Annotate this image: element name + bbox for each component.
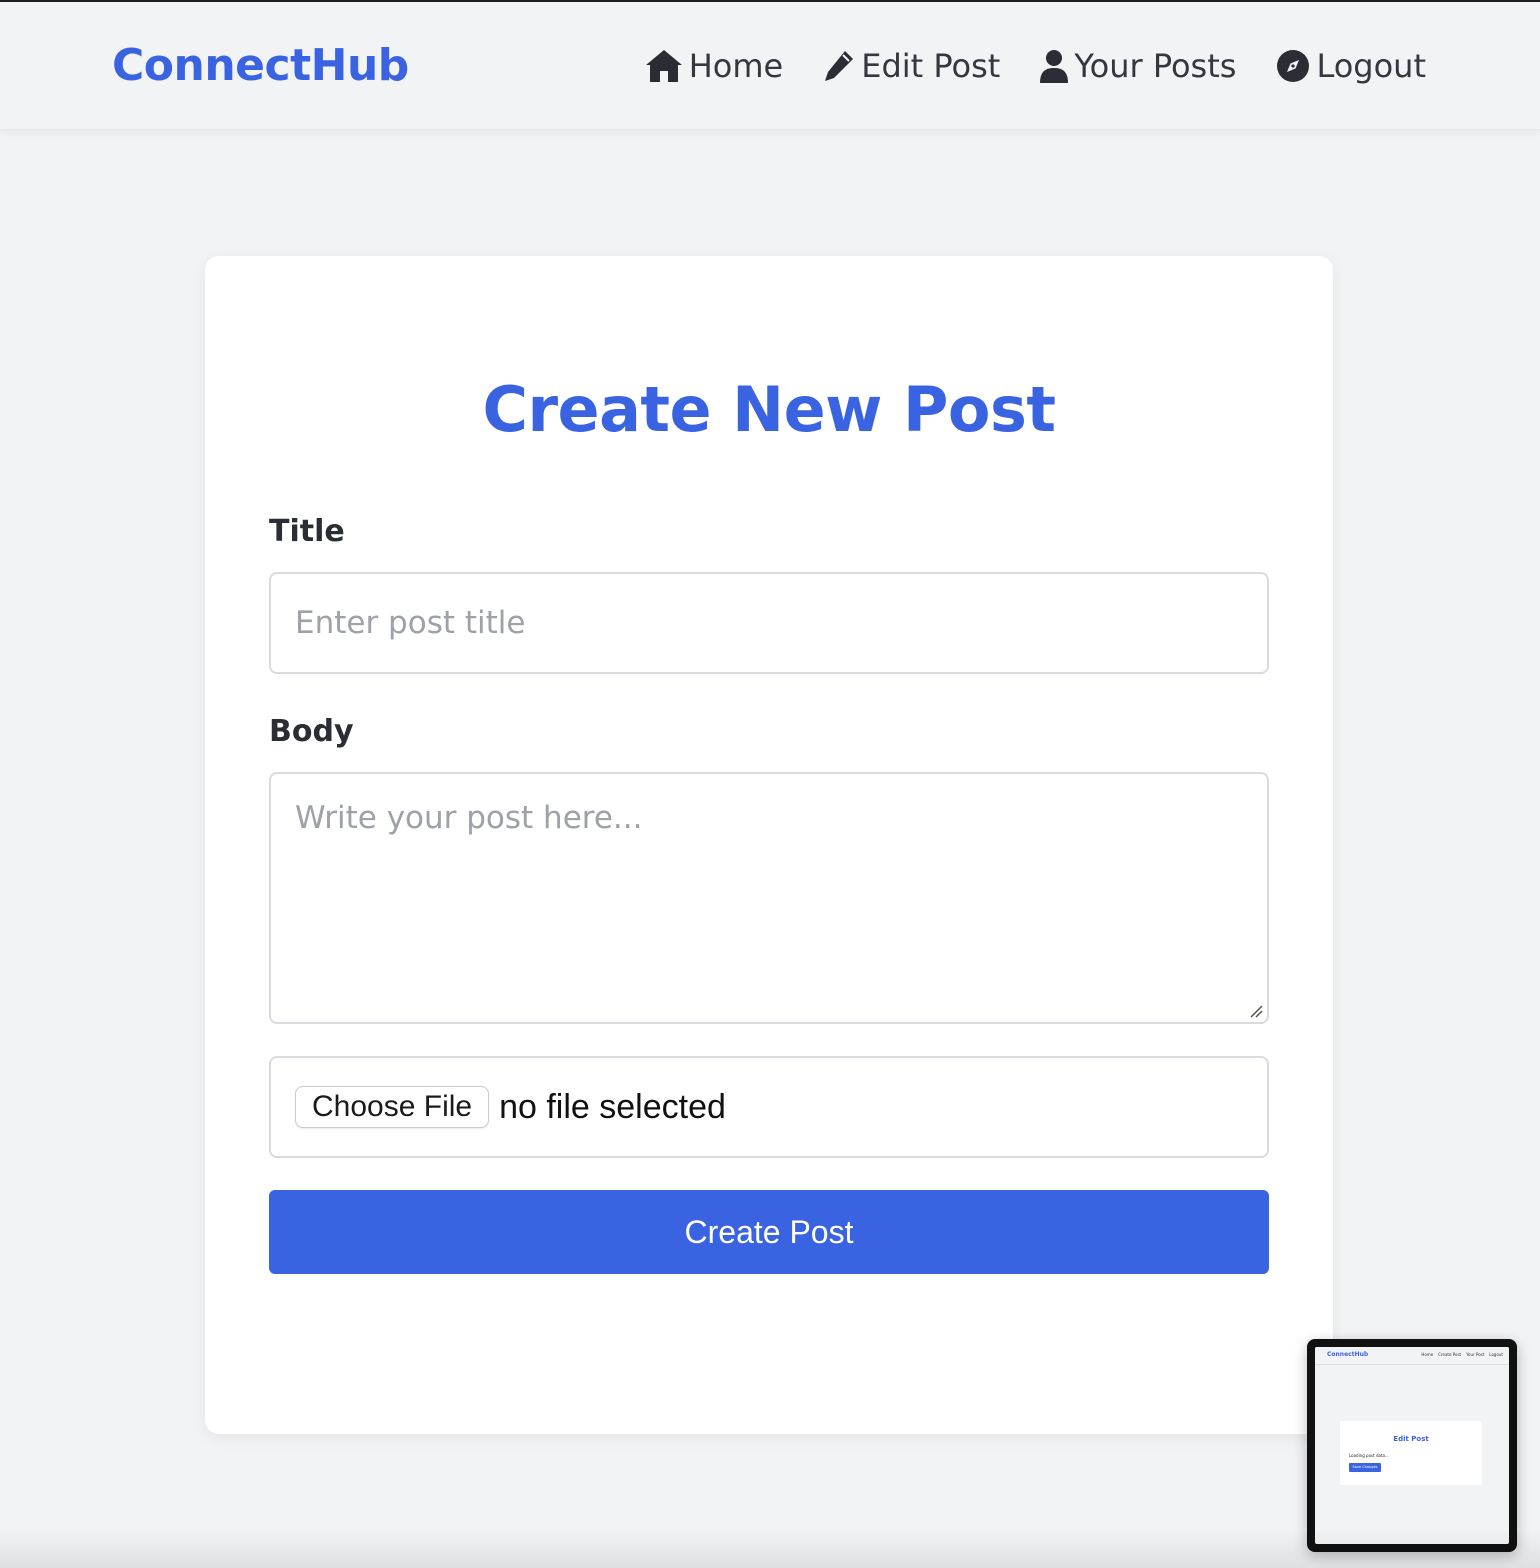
file-upload-field: Choose File no file selected [269, 1056, 1269, 1158]
nav-link-label: Home [688, 47, 784, 85]
thumbnail-link: Home [1421, 1352, 1434, 1357]
thumbnail-button: Save Changes [1349, 1463, 1381, 1472]
thumbnail-brand: ConnectHub [1327, 1351, 1369, 1358]
title-input[interactable] [269, 572, 1269, 674]
resize-grip-icon[interactable] [1249, 1004, 1263, 1018]
thumbnail-title: Edit Post [1393, 1435, 1429, 1443]
thumbnail-link: Your Post [1466, 1352, 1485, 1357]
thumbnail-link: Logout [1489, 1352, 1503, 1357]
nav-link-label: Your Posts [1074, 47, 1237, 85]
body-label: Body [269, 714, 354, 749]
thumbnail-navbar: ConnectHub Home Create Post Your Post Lo… [1315, 1347, 1509, 1365]
thumbnail-preview: ConnectHub Home Create Post Your Post Lo… [1315, 1347, 1509, 1544]
file-status: no file selected [499, 1087, 726, 1126]
compass-icon [1276, 49, 1310, 83]
nav-link-edit-post[interactable]: Edit Post [823, 42, 1000, 90]
body-field-wrap [269, 772, 1269, 1024]
nav-link-home[interactable]: Home [645, 42, 784, 90]
pen-icon [823, 49, 855, 83]
create-post-card: Create New Post Title Body Choose File n… [205, 256, 1333, 1434]
body-textarea[interactable] [269, 772, 1269, 1024]
user-icon [1040, 49, 1069, 83]
thumbnail-loading-text: Loading post data... [1349, 1453, 1389, 1458]
page-title: Create New Post [482, 373, 1056, 446]
screenshot-thumbnail[interactable]: ConnectHub Home Create Post Your Post Lo… [1307, 1339, 1517, 1552]
thumbnail-link: Create Post [1438, 1352, 1462, 1357]
title-label: Title [269, 514, 345, 549]
nav-links: Home Edit Post Your Posts Logout [645, 42, 1426, 90]
thumbnail-links: Home Create Post Your Post Logout [1421, 1352, 1503, 1357]
navbar: ConnectHub Home Edit Post Your Posts Log… [0, 2, 1540, 130]
create-post-button[interactable]: Create Post [269, 1190, 1269, 1274]
brand-logo[interactable]: ConnectHub [112, 38, 409, 94]
home-icon [645, 49, 683, 83]
choose-file-button[interactable]: Choose File [295, 1086, 490, 1128]
nav-link-logout[interactable]: Logout [1276, 42, 1426, 90]
nav-link-label: Edit Post [861, 47, 1001, 85]
nav-link-your-posts[interactable]: Your Posts [1040, 42, 1236, 90]
nav-link-label: Logout [1316, 47, 1426, 85]
thumbnail-card: Edit Post Loading post data... Save Chan… [1340, 1421, 1482, 1485]
